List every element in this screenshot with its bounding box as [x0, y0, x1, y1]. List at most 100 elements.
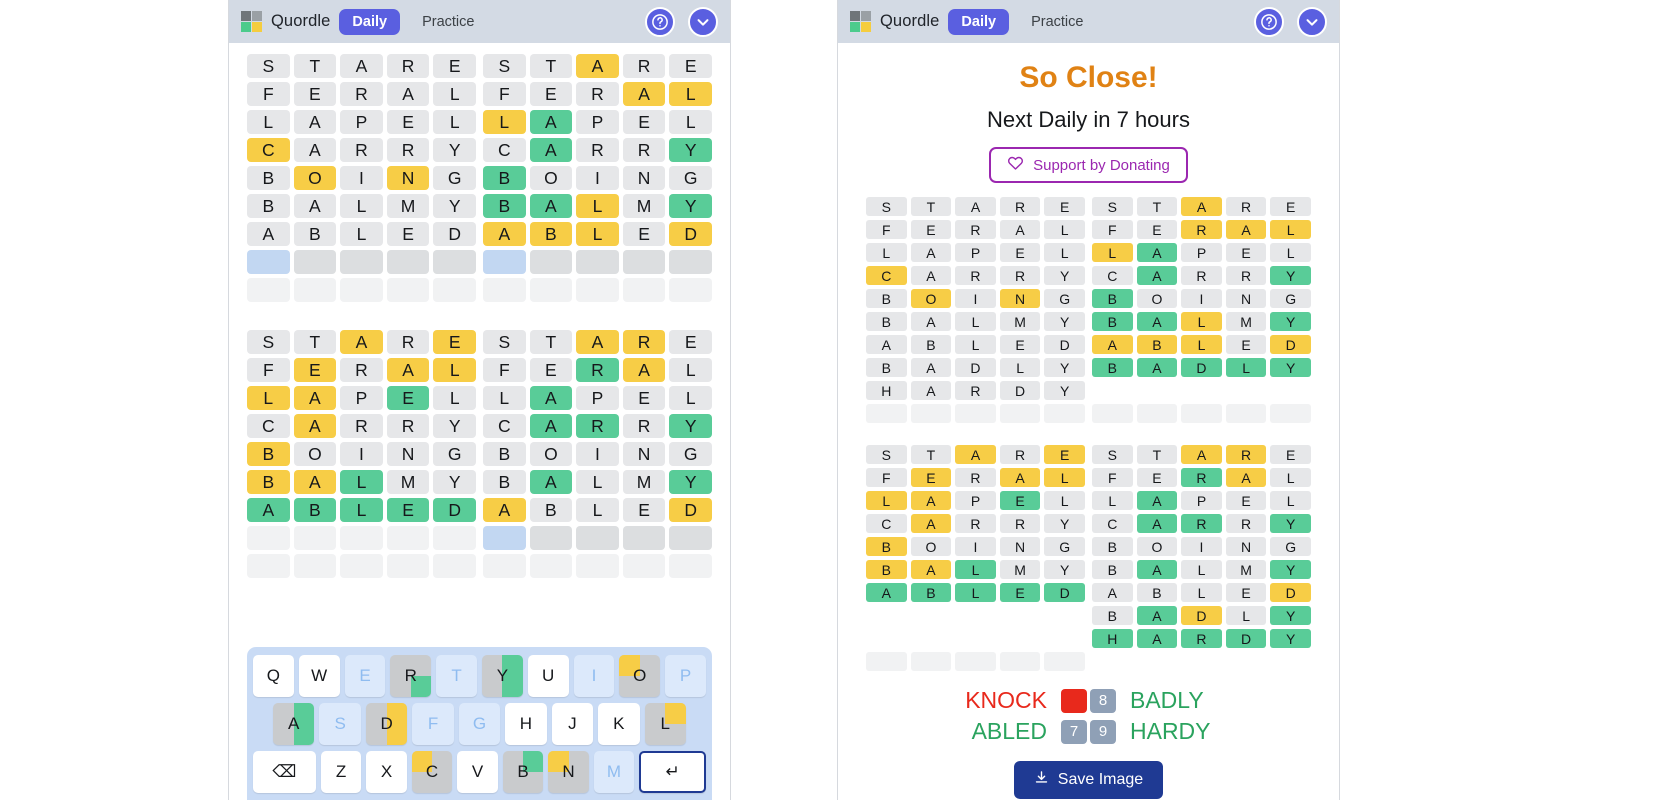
key-u[interactable]: U — [527, 655, 569, 697]
result-letter-tile: L — [866, 243, 907, 262]
letter-tile: B — [483, 194, 526, 218]
letter-tile — [247, 250, 290, 274]
key-label: E — [359, 666, 371, 685]
key-e[interactable]: E — [344, 655, 386, 697]
result-letter-tile: H — [1092, 629, 1133, 648]
keyboard-row: ⌫ Z X C V B N M ↵ — [253, 751, 707, 793]
key-b[interactable]: B — [502, 751, 544, 793]
key-t[interactable]: T — [436, 655, 477, 697]
result-letter-tile: S — [866, 445, 907, 464]
key-z[interactable]: Z — [320, 751, 362, 793]
board-top-left[interactable]: STAREFERALLAPELCARRYBOINGBALMYABLED — [247, 54, 476, 302]
board-bottom-left[interactable]: STAREFERALLAPELCARRYBOINGBALMYABLED — [247, 330, 476, 578]
letter-tile: B — [529, 222, 573, 246]
score-badge: 8 — [1090, 688, 1116, 713]
result-letter-tile: Y — [1270, 514, 1311, 533]
key-m[interactable]: M — [593, 751, 635, 793]
letter-tile: A — [529, 138, 573, 162]
question-circle-icon[interactable] — [645, 6, 675, 37]
letter-tile: I — [340, 166, 383, 190]
result-letter-tile: L — [955, 335, 996, 354]
letter-tile: L — [576, 498, 619, 522]
result-letter-tile: Y — [1270, 266, 1311, 285]
backspace-key[interactable]: ⌫ — [253, 751, 316, 793]
letter-tile: A — [529, 110, 573, 134]
key-o[interactable]: O — [619, 655, 661, 697]
result-letter-tile: F — [866, 220, 907, 239]
result-letter-tile: L — [1044, 220, 1085, 239]
letter-tile: L — [669, 110, 712, 134]
result-letter-tile: L — [1092, 491, 1133, 510]
result-letter-tile: Y — [1270, 560, 1311, 579]
result-letter-tile: E — [1044, 445, 1085, 464]
result-letter-tile: C — [866, 266, 907, 285]
key-k[interactable]: K — [598, 703, 640, 745]
result-letter-tile: C — [1092, 514, 1133, 533]
letter-tile: D — [433, 222, 476, 246]
letter-tile: A — [576, 54, 619, 78]
key-d[interactable]: D — [365, 703, 408, 745]
tab-practice[interactable]: Practice — [409, 9, 487, 35]
result-letter-tile: B — [1136, 583, 1178, 602]
chevron-down-icon[interactable] — [688, 6, 718, 37]
key-r[interactable]: R — [390, 655, 432, 697]
letter-tile: P — [576, 110, 619, 134]
key-n[interactable]: N — [548, 751, 589, 793]
results-actions: Save Image Copy to Clipboard — [838, 761, 1339, 800]
key-y[interactable]: Y — [481, 655, 523, 697]
key-w[interactable]: W — [298, 655, 340, 697]
support-by-donating-button[interactable]: Support by Donating — [989, 147, 1188, 183]
letter-tile — [622, 554, 666, 578]
result-letter-tile: A — [1136, 514, 1178, 533]
result-letter-tile: L — [999, 358, 1041, 377]
key-v[interactable]: V — [457, 751, 498, 793]
result-letter-tile: L — [1270, 220, 1311, 239]
key-label: K — [613, 714, 625, 733]
tab-daily[interactable]: Daily — [948, 8, 1010, 35]
result-letter-tile: L — [1181, 560, 1222, 579]
key-i[interactable]: I — [573, 655, 615, 697]
enter-key[interactable]: ↵ — [639, 751, 707, 793]
result-letter-tile: M — [1225, 312, 1267, 331]
letter-tile — [669, 278, 712, 302]
panel-separator — [731, 0, 837, 800]
result-letter-tile: A — [910, 312, 952, 331]
key-s[interactable]: S — [319, 703, 361, 745]
save-image-button[interactable]: Save Image — [1013, 761, 1164, 799]
key-a[interactable]: A — [273, 703, 315, 745]
letter-tile: R — [386, 414, 430, 438]
letter-tile: N — [386, 166, 430, 190]
key-j[interactable]: J — [551, 703, 594, 745]
result-letter-tile: Y — [1270, 606, 1311, 625]
key-q[interactable]: Q — [253, 655, 294, 697]
chevron-down-icon[interactable] — [1297, 6, 1327, 37]
key-p[interactable]: P — [665, 655, 706, 697]
question-circle-icon[interactable] — [1254, 6, 1284, 37]
letter-tile: D — [433, 498, 476, 522]
key-x[interactable]: X — [366, 751, 407, 793]
next-daily-countdown: Next Daily in 7 hours — [987, 107, 1190, 132]
result-letter-tile: T — [910, 445, 952, 464]
key-f[interactable]: F — [412, 703, 454, 745]
board-bottom-right[interactable]: STAREFERALLAPELCARRYBOINGBALMYABLED — [483, 330, 712, 578]
board-top-right[interactable]: STAREFERALLAPELCARRYBOINGBALMYABLED — [483, 54, 712, 302]
results-row-bottom: STAREFERALLAPELCARRYBOINGBALMYABLED STAR… — [866, 445, 1311, 671]
result-letter-tile: L — [1044, 468, 1085, 487]
letter-tile: B — [247, 194, 290, 218]
result-letter-tile: I — [1181, 537, 1222, 556]
result-letter-tile: R — [1181, 220, 1222, 239]
tab-daily[interactable]: Daily — [339, 8, 401, 35]
key-c[interactable]: C — [411, 751, 453, 793]
letter-tile: R — [622, 138, 666, 162]
key-g[interactable]: G — [458, 703, 501, 745]
key-l[interactable]: L — [644, 703, 686, 745]
letter-tile — [576, 250, 619, 274]
key-h[interactable]: H — [505, 703, 547, 745]
letter-tile — [622, 250, 666, 274]
download-icon — [1034, 770, 1049, 790]
letter-tile: R — [622, 330, 666, 354]
result-letter-tile: A — [910, 514, 952, 533]
tab-practice[interactable]: Practice — [1018, 9, 1096, 35]
letter-tile — [669, 554, 712, 578]
score-word-right: BADLY — [1130, 687, 1204, 713]
